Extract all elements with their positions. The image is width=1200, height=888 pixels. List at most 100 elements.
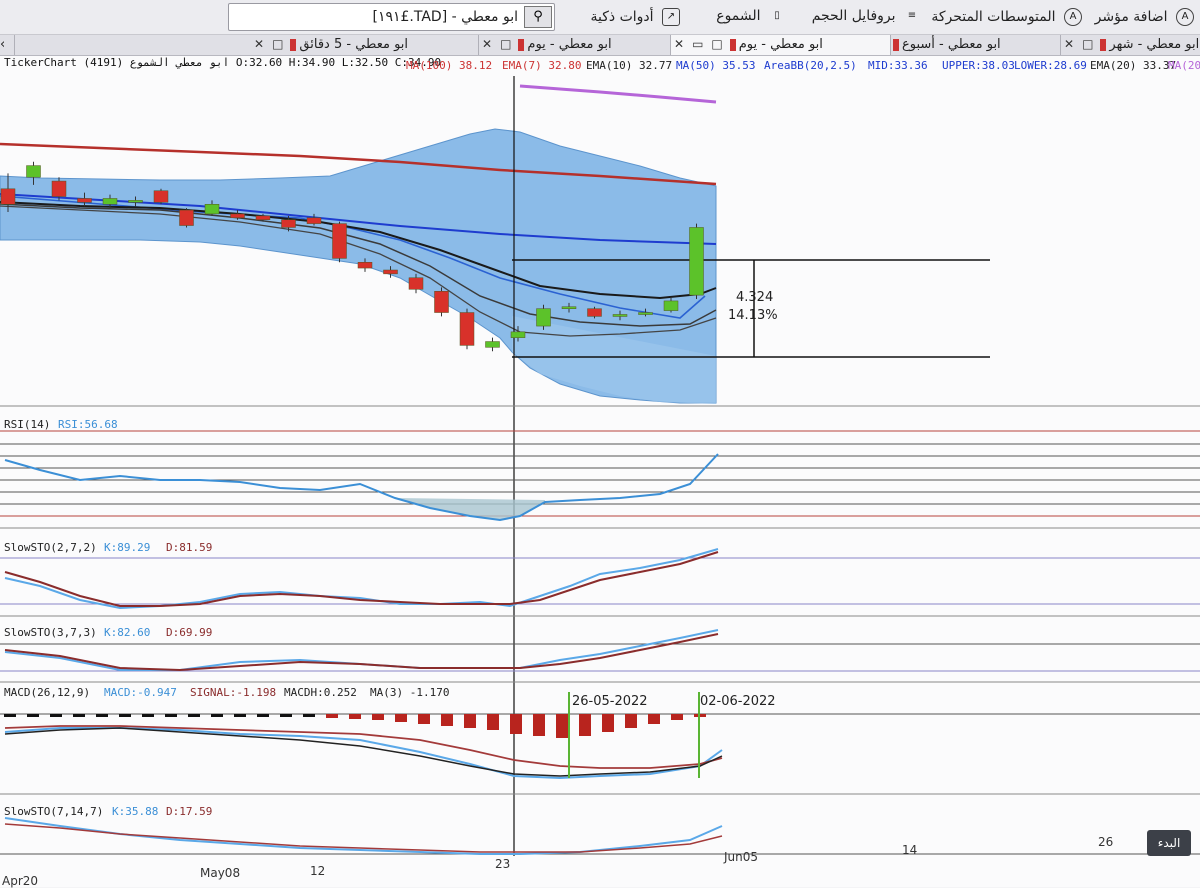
smart-tools-label: أدوات ذكية [590,9,654,25]
search-icon[interactable]: ⚲ [524,6,552,28]
candles-label: الشموع [716,8,761,24]
measure-percent: 14.13% [728,308,778,323]
candles-button[interactable]: الشموع ▯ [716,8,785,24]
flag-icon [1100,38,1107,51]
flag-icon [518,38,525,51]
tab-week[interactable]: ابو معطي - أسبوع [890,35,1061,55]
macd-histogram-bar [556,714,568,738]
close-icon[interactable]: ✕ [674,37,684,51]
candle-body [587,308,602,317]
measure-value: 4.324 [736,290,774,305]
macd-histogram-bar [280,714,292,717]
moving-averages-button[interactable]: المتوسطات المتحركة A [931,8,1082,26]
macd-signal: SIGNAL:-1.198 [190,686,277,699]
candle-body [281,219,296,228]
search-input[interactable]: ابو معطي - [TAD.£١٩١] [372,9,518,25]
flag-icon [893,38,899,51]
candle-body [689,227,704,296]
x-axis-label: Jun05 [724,850,759,864]
macd-histogram-bar [349,714,361,719]
rsi-panel [0,430,1200,529]
x-axis-label: 23 [495,857,511,871]
tab-day-active[interactable]: ✕ ▭ □ ابو معطي - يوم [670,35,891,55]
sto3-d: D:17.59 [166,805,213,818]
rsi-line [4,453,719,522]
ma200-line [519,84,717,104]
restore-icon[interactable]: ▭ [692,37,703,51]
candle-body [485,341,500,348]
macd-value: MACD:-0.947 [104,686,177,699]
macd-histogram-bar [372,714,384,720]
smart-tools-button[interactable]: أدوات ذكية ↗ [590,8,680,26]
rsi-title: RSI(14) [4,418,51,431]
candle-body [255,215,271,220]
candle-body [663,300,679,311]
add-indicator-button[interactable]: اضافة مؤشر A [1095,8,1194,26]
sto2-d: D:69.99 [166,626,213,639]
candle-body [536,308,551,327]
macd-histogram-bar [625,714,637,728]
chart-area[interactable]: TickerChart ابو معطي الشموع (4191) O:32.… [0,56,1200,888]
close-icon[interactable]: ✕ [482,37,492,51]
chart-canvas[interactable] [0,56,1200,887]
sto1-title: SlowSTO(2,7,2) [4,541,97,554]
symbol-search-box[interactable]: ابو معطي - [TAD.£١٩١] ⚲ [228,3,555,31]
top-toolbar: اضافة مؤشر A المتوسطات المتحركة A بروفاي… [0,0,1200,35]
sto3-title: SlowSTO(7,14,7) [4,805,104,818]
macd-histogram-bar [579,714,591,736]
maximize-icon[interactable]: □ [1082,37,1093,51]
maximize-icon[interactable]: □ [500,37,511,51]
candle-body [230,213,245,219]
macd-histogram-bar [441,714,453,726]
candle-body [408,277,424,290]
macd-histogram-bar [648,714,660,724]
maximize-icon[interactable]: □ [711,37,722,51]
macd-histogram-bar [464,714,476,728]
macd-histogram-bar [188,714,200,717]
macdh-value: MACDH:0.252 [284,686,357,699]
macd-line [4,727,723,780]
macd-histogram-bar [96,714,108,717]
x-axis-label: May08 [200,866,241,880]
ema7-readout: EMA(7) 32.80 [502,59,582,72]
sto2-k: K:82.60 [104,626,151,639]
tab-label: ابو معطي - أسبوع [902,37,1001,52]
tab-scroll-left[interactable]: ‹ [0,35,15,55]
volume-profile-button[interactable]: بروفايل الحجم ≡ [812,8,920,24]
chart-tabs: ✕ □ ابو معطي - شهر ابو معطي - أسبوع ✕ ▭ □ ابو… [0,35,1200,56]
macd-histogram-bar [165,714,177,717]
candle-body [332,223,347,259]
ma100-readout: MA(100) 38.12 [406,59,493,72]
macd-histogram-bar [533,714,545,736]
bb-upper-readout: UPPER:38.03 [942,59,1015,72]
tab-month[interactable]: ✕ □ ابو معطي - شهر [1060,35,1200,55]
tab-5min[interactable]: ✕ □ ابو معطي - 5 دقائق [250,35,479,55]
start-button[interactable]: البدء [1147,830,1191,856]
candles-icon: ▯ [774,10,780,21]
maximize-icon[interactable]: □ [272,37,283,51]
close-icon[interactable]: ✕ [1064,37,1074,51]
candle-body [638,312,653,315]
price-panel [0,76,1200,856]
sto3-k: K:35.88 [112,805,159,818]
candle-body [612,314,628,317]
tab-day[interactable]: ✕ □ ابو معطي - يوم [478,35,671,55]
ohlc-readout: TickerChart ابو معطي الشموع (4191) O:32.… [4,56,442,69]
candle-body [102,198,118,205]
x-axis-label: Apr20 [2,874,39,888]
volume-profile-label: بروفايل الحجم [811,8,896,24]
ma200-readout: MA(200) [1168,59,1200,72]
indicator-icon: A [1176,8,1194,26]
tab-label: ابو معطي - 5 دقائق [299,37,409,52]
macd-histogram-bar [671,714,683,720]
close-icon[interactable]: ✕ [254,37,264,51]
sto1-d: D:81.59 [166,541,213,554]
bb-mid-readout: MID:33.36 [868,59,928,72]
macd-title: MACD(26,12,9) [4,686,91,699]
macd-histogram-bar [487,714,499,730]
candle-body [77,198,92,203]
flag-icon [290,38,297,51]
candle-body [153,190,169,203]
chevron-left-icon[interactable]: ‹ [0,37,5,52]
macd-histogram-bar [119,714,131,717]
